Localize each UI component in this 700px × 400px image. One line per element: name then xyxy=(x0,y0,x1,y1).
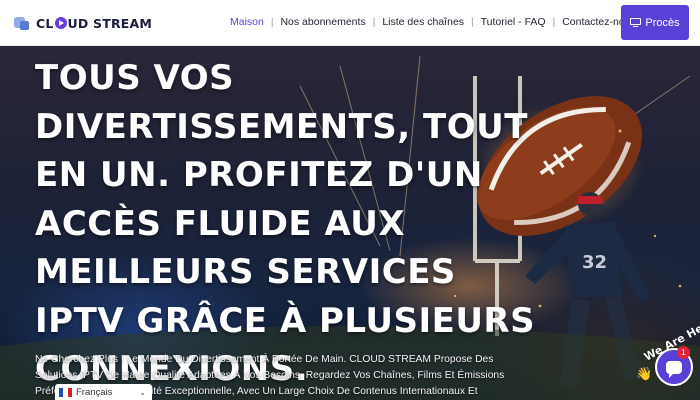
monitor-icon xyxy=(630,18,642,28)
logo-text: CL UD STREAM xyxy=(36,16,152,31)
logo-text-part-1: CL xyxy=(36,15,54,31)
chat-icon xyxy=(666,360,682,378)
language-label: Français xyxy=(76,386,113,398)
nav-separator: | xyxy=(372,16,376,28)
site-header: CL UD STREAM Maison | Nos abonnements | L… xyxy=(0,0,700,46)
main-nav: Maison | Nos abonnements | Liste des cha… xyxy=(230,16,636,28)
hero-section: 32 Tous vos divertissements, tout en un.… xyxy=(0,46,700,400)
hero-title: Tous vos divertissements, tout en un. Pr… xyxy=(35,58,536,389)
logo[interactable]: CL UD STREAM xyxy=(14,12,152,34)
nav-item-chaines[interactable]: Liste des chaînes xyxy=(382,16,464,28)
nav-separator: | xyxy=(552,16,556,28)
language-selector[interactable]: Français ⌄ xyxy=(55,384,152,400)
france-flag-icon xyxy=(59,387,72,397)
svg-text:32: 32 xyxy=(582,252,607,273)
play-icon xyxy=(54,17,67,29)
nav-separator: | xyxy=(471,16,474,28)
chat-unread-badge: 1 xyxy=(677,346,690,359)
cloud-logo-icon xyxy=(14,15,30,31)
nav-separator: | xyxy=(270,16,274,28)
chevron-down-icon: ⌄ xyxy=(139,387,146,397)
proces-button-label: Procès xyxy=(645,16,680,29)
logo-text-part-2: UD STREAM xyxy=(67,15,153,31)
nav-item-abonnements[interactable]: Nos abonnements xyxy=(280,16,365,28)
nav-item-maison[interactable]: Maison xyxy=(230,16,264,28)
wave-hand-icon: 👋 xyxy=(636,367,653,382)
proces-button[interactable]: Procès xyxy=(621,5,689,40)
nav-item-tutoriel-faq[interactable]: Tutoriel - FAQ xyxy=(481,16,546,28)
